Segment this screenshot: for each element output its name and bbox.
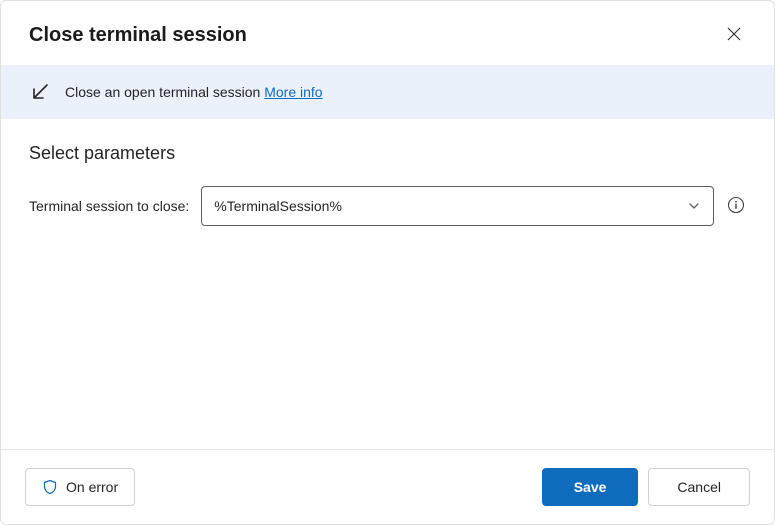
shield-icon xyxy=(42,479,58,495)
info-icon xyxy=(727,196,745,217)
close-button[interactable] xyxy=(718,19,750,51)
terminal-session-dropdown[interactable]: %TerminalSession% xyxy=(201,186,714,226)
param-row: Terminal session to close: %TerminalSess… xyxy=(29,186,746,226)
cancel-button[interactable]: Cancel xyxy=(648,468,750,506)
save-button[interactable]: Save xyxy=(542,468,639,506)
dialog-title: Close terminal session xyxy=(29,24,247,47)
dialog-header: Close terminal session xyxy=(1,1,774,65)
section-heading: Select parameters xyxy=(29,143,746,164)
arrow-down-left-icon xyxy=(29,81,51,103)
banner-text-wrap: Close an open terminal session More info xyxy=(65,84,323,100)
close-icon xyxy=(727,27,741,44)
banner-description: Close an open terminal session xyxy=(65,84,264,100)
more-info-link[interactable]: More info xyxy=(264,84,322,100)
chevron-down-icon xyxy=(687,199,701,213)
dialog-footer: On error Save Cancel xyxy=(1,449,774,524)
on-error-button[interactable]: On error xyxy=(25,468,135,506)
param-label: Terminal session to close: xyxy=(29,198,189,214)
param-info-button[interactable] xyxy=(726,196,746,216)
footer-actions: Save Cancel xyxy=(542,468,750,506)
on-error-label: On error xyxy=(66,479,118,495)
dropdown-value: %TerminalSession% xyxy=(214,198,342,214)
close-terminal-session-dialog: Close terminal session Close an open ter… xyxy=(0,0,775,525)
info-banner: Close an open terminal session More info xyxy=(1,65,774,119)
dialog-content: Select parameters Terminal session to cl… xyxy=(1,119,774,449)
